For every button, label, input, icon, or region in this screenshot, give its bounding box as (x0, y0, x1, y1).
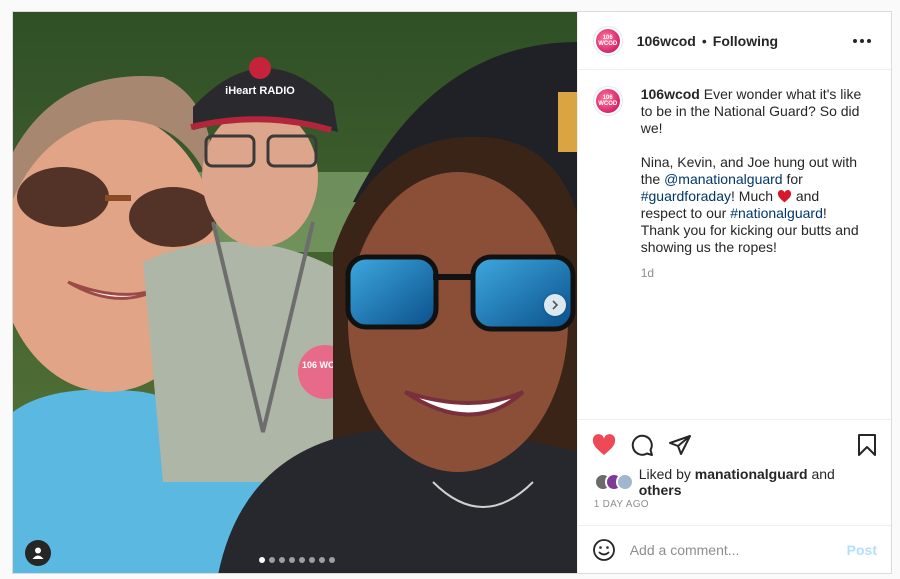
caption-avatar-logo: 106 WCOD (595, 89, 620, 113)
post-date[interactable]: 1 DAY AGO (578, 495, 891, 525)
share-button[interactable] (668, 433, 692, 457)
comments-section: 106 WCOD 106wcod Ever wonder what it's l… (578, 70, 891, 419)
post-header: 106 WCOD 106wcod • Following (577, 12, 891, 70)
avatar[interactable]: 106 WCOD (592, 25, 623, 56)
caption-timestamp[interactable]: 1d (641, 266, 875, 280)
save-button[interactable] (857, 433, 877, 457)
hashtag-guardforaday[interactable]: #guardforaday (641, 188, 731, 204)
post-comment-button[interactable]: Post (847, 542, 877, 558)
avatar-logo: 106 WCOD (595, 28, 620, 53)
action-bar (577, 419, 891, 469)
carousel-dot (279, 557, 285, 563)
user-tag-icon (32, 547, 44, 559)
chevron-right-icon (552, 300, 559, 310)
carousel-dot (289, 557, 295, 563)
comment-input[interactable] (629, 541, 847, 558)
bookmark-icon (858, 433, 876, 456)
carousel-dot (269, 557, 275, 563)
liked-by-user-link[interactable]: manationalguard (695, 466, 808, 482)
comment-button[interactable] (630, 433, 654, 457)
caption-much: ! Much (731, 188, 774, 204)
carousel-indicator (259, 557, 335, 563)
carousel-dot (299, 557, 305, 563)
more-options-icon[interactable] (849, 35, 875, 47)
red-heart-emoji-icon (777, 190, 792, 203)
instagram-post: iHeart RADIO 106 WCOD 106 WCOD 106wcod •… (12, 11, 892, 574)
caption: 106 WCOD 106wcod Ever wonder what it's l… (592, 86, 875, 256)
emoji-icon[interactable] (592, 538, 616, 562)
post-side-panel: 106 WCOD 106wcod • Following 106 WCOD 10… (576, 12, 891, 573)
liker-avatars[interactable] (593, 473, 634, 491)
header-username[interactable]: 106wcod (637, 33, 696, 49)
add-comment-bar: Post (577, 525, 891, 573)
cap-logo-text: iHeart RADIO (225, 85, 295, 97)
caption-avatar[interactable]: 106 WCOD (592, 86, 623, 116)
liked-by-text: Liked by manationalguard and others (639, 466, 875, 498)
mention-link[interactable]: @manationalguard (664, 171, 783, 187)
next-photo-button[interactable] (544, 294, 566, 316)
heart-icon (592, 433, 615, 455)
carousel-dot (259, 557, 265, 563)
user-tags-button[interactable] (25, 540, 51, 566)
carousel-dot (329, 557, 335, 563)
post-photo: iHeart RADIO 106 WCOD (13, 12, 577, 573)
likes-summary: Liked by manationalguard and others (578, 466, 891, 498)
post-media[interactable]: iHeart RADIO 106 WCOD (13, 12, 577, 573)
caption-text: 106wcod Ever wonder what it's like to be… (641, 86, 869, 256)
following-button[interactable]: Following (713, 33, 778, 49)
liked-by-prefix: Liked by (638, 466, 691, 482)
comment-icon (631, 434, 653, 456)
hashtag-nationalguard[interactable]: #nationalguard (730, 205, 823, 221)
liked-by-and: and (811, 466, 835, 482)
liker-avatar (615, 473, 634, 491)
caption-for: for (786, 171, 803, 187)
like-button[interactable] (592, 433, 616, 456)
separator-dot: • (701, 32, 707, 49)
carousel-dot (309, 557, 315, 563)
share-icon (668, 434, 691, 455)
carousel-dot (319, 557, 325, 563)
caption-username[interactable]: 106wcod (641, 86, 700, 102)
